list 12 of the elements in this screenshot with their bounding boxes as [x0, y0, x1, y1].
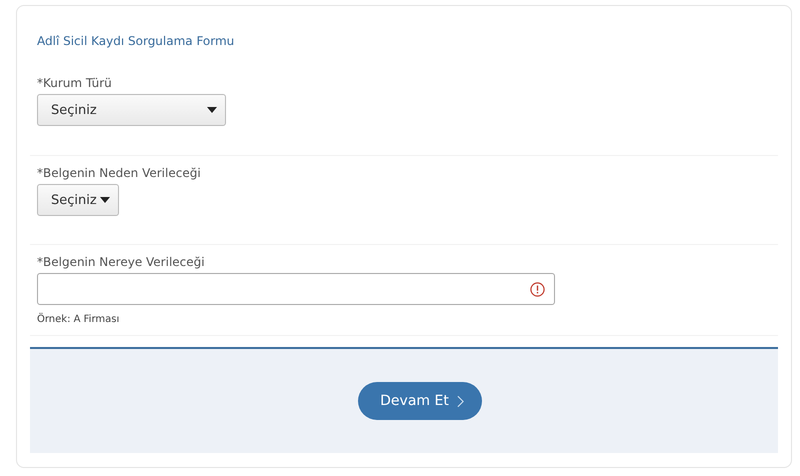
select-dropdown[interactable]: Seçiniz [37, 94, 226, 126]
continue-button[interactable]: Devam Et [358, 382, 482, 420]
select-dropdown[interactable]: Seçiniz [37, 184, 119, 216]
caret-icon [207, 107, 217, 113]
field-label: *Belgenin Nereye Verileceği [37, 255, 206, 269]
hint-text: Örnek: A Firması [37, 314, 120, 325]
field-label: *Kurum Türü [37, 76, 113, 90]
chevron-right-icon [456, 394, 464, 408]
form-title: Adlî Sicil Kaydı Sorgulama Formu [37, 34, 236, 50]
field-label: *Belgenin Neden Verileceği [37, 166, 202, 180]
input-field[interactable] [37, 273, 555, 305]
caret-icon [100, 197, 110, 203]
